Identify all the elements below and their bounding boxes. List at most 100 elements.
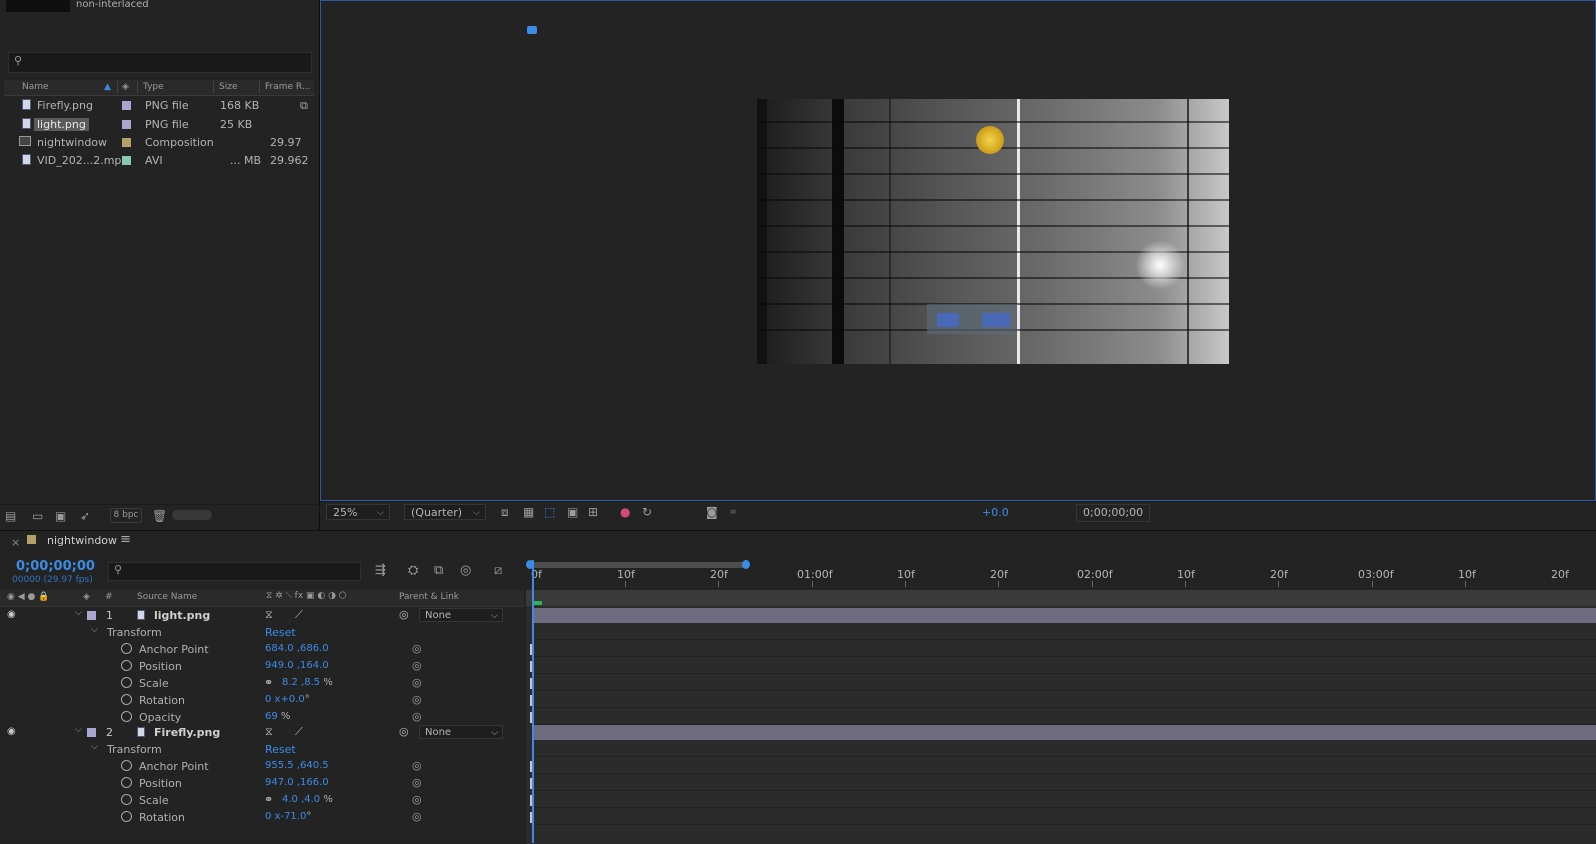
property-row[interactable]: Rotation 0 x+0.0° ◎ — [0, 692, 1596, 709]
col-source-name[interactable]: Source Name — [137, 592, 197, 602]
expression-pick-whip-icon[interactable]: ◎ — [412, 642, 422, 655]
work-area-end-handle[interactable] — [742, 560, 750, 569]
current-time-display[interactable]: 0;00;00;00 — [1076, 504, 1151, 522]
bit-depth-button[interactable]: 8 bpc — [110, 508, 142, 523]
stopwatch-icon[interactable] — [121, 794, 132, 805]
transform-group[interactable]: ⌵ Transform Reset — [0, 624, 1596, 641]
property-row[interactable]: Rotation 0 x-71.0° ◎ — [0, 809, 1596, 826]
reset-exposure-icon[interactable]: ↻ — [642, 505, 652, 519]
parent-dropdown[interactable]: None ⌵ — [419, 725, 503, 739]
resolution-dropdown[interactable]: (Quarter) ⌵ — [404, 504, 486, 520]
chevron-down-icon[interactable]: ⌵ — [91, 742, 98, 752]
stopwatch-icon[interactable] — [121, 643, 132, 654]
transparency-grid-icon[interactable]: ▦ — [523, 505, 534, 519]
firefly-layer-preview[interactable] — [976, 126, 1004, 154]
property-row[interactable]: Scale ⚭ 4.0 ,4.0 % ◎ — [0, 792, 1596, 809]
property-row[interactable]: Anchor Point 955.5 ,640.5 ◎ — [0, 758, 1596, 775]
quality-switch-icon[interactable]: ⟋ — [295, 725, 303, 739]
playhead-line[interactable] — [532, 560, 534, 843]
label-swatch[interactable] — [87, 728, 96, 737]
current-time[interactable]: 0;00;00;00 — [16, 559, 95, 574]
label-column-icon[interactable]: ◈ — [122, 82, 129, 92]
snapshot-camera-icon[interactable]: ◙ — [706, 505, 718, 519]
fast-preview-icon[interactable]: ⧈ — [501, 505, 509, 520]
expression-pick-whip-icon[interactable]: ◎ — [412, 759, 422, 772]
comp-mini-flowchart-icon[interactable]: ⇶ — [375, 563, 386, 578]
layer-name[interactable]: Firefly.png — [154, 726, 220, 739]
property-value[interactable]: 0 x-71.0° — [265, 811, 311, 822]
col-type[interactable]: Type — [143, 82, 164, 92]
shy-switch-icon[interactable]: ⧖ — [265, 608, 273, 622]
stopwatch-icon[interactable] — [121, 760, 132, 771]
tab-composition[interactable]: nightwindow — [47, 534, 117, 547]
stopwatch-icon[interactable] — [121, 711, 132, 722]
layer-row-light[interactable]: ◉ ⌵ 1 light.png ⧖ ⟋ ◎ None ⌵ — [0, 607, 1596, 624]
eye-icon[interactable]: ◉ — [7, 726, 16, 737]
col-parent-link[interactable]: Parent & Link — [399, 592, 459, 602]
expression-pick-whip-icon[interactable]: ◎ — [412, 810, 422, 823]
property-value[interactable]: 684.0 ,686.0 — [265, 643, 329, 654]
expression-pick-whip-icon[interactable]: ◎ — [412, 793, 422, 806]
layer-duration-bar[interactable] — [534, 725, 1596, 740]
project-item-selected[interactable]: light.png PNG file 25 KB — [4, 116, 314, 134]
chevron-down-icon[interactable]: ⌵ — [91, 625, 98, 635]
stopwatch-icon[interactable] — [121, 660, 132, 671]
chevron-down-icon[interactable]: ⌵ — [75, 725, 82, 735]
label-swatch[interactable] — [122, 156, 131, 165]
interpret-footage-icon[interactable]: ▤ — [5, 509, 16, 523]
stopwatch-icon[interactable] — [121, 694, 132, 705]
property-row[interactable]: Position 949.0 ,164.0 ◎ — [0, 658, 1596, 675]
layer-name[interactable]: light.png — [154, 609, 210, 622]
project-item[interactable]: VID_202...2.mp4 AVI ... MB 29.962 — [4, 152, 314, 170]
color-channels-icon[interactable]: ● — [620, 505, 630, 519]
draft-3d-icon[interactable]: ⛭ — [408, 563, 418, 578]
property-value[interactable]: 955.5 ,640.5 — [265, 760, 329, 771]
property-value[interactable]: 4.0 ,4.0 % — [282, 794, 333, 805]
show-snapshot-icon[interactable]: ⚭ — [728, 505, 738, 519]
expression-pick-whip-icon[interactable]: ◎ — [412, 659, 422, 672]
trash-icon[interactable]: 🗑 — [152, 509, 167, 523]
label-swatch[interactable] — [122, 101, 131, 110]
playhead-handle[interactable] — [527, 26, 537, 34]
constrain-proportions-icon[interactable]: ⚭ — [264, 676, 273, 689]
project-item[interactable]: Firefly.png PNG file 168 KB ⧉ — [4, 97, 314, 115]
mask-visibility-icon[interactable]: ⬚ — [544, 505, 555, 519]
reset-button[interactable]: Reset — [265, 743, 296, 756]
shy-layers-icon[interactable]: ⧉ — [434, 563, 443, 578]
timeline-search-input[interactable]: ⚲ — [108, 562, 361, 581]
transform-group[interactable]: ⌵ Transform Reset — [0, 741, 1596, 758]
property-value[interactable]: 8.2 ,8.5 % — [282, 677, 333, 688]
col-size[interactable]: Size — [219, 82, 237, 92]
expression-pick-whip-icon[interactable]: ◎ — [412, 693, 422, 706]
new-folder-icon[interactable]: ▭ — [32, 509, 43, 523]
layer-duration-bar[interactable] — [534, 608, 1596, 623]
property-row[interactable]: Scale ⚭ 8.2 ,8.5 % ◎ — [0, 675, 1596, 692]
thumbnail-size-slider[interactable] — [172, 510, 212, 520]
property-value[interactable]: 949.0 ,164.0 — [265, 660, 329, 671]
grid-guides-icon[interactable]: ⊞ — [588, 505, 598, 519]
property-row[interactable]: Position 947.0 ,166.0 ◎ — [0, 775, 1596, 792]
magnification-dropdown[interactable]: 25% ⌵ — [326, 504, 390, 520]
dependency-icon[interactable]: ⧉ — [300, 99, 308, 113]
adjust-settings-icon[interactable]: ➶ — [80, 509, 90, 523]
panel-menu-icon[interactable]: ≡ — [120, 532, 131, 547]
stopwatch-icon[interactable] — [121, 811, 132, 822]
col-frame-rate[interactable]: Frame R... — [265, 82, 310, 92]
property-value[interactable]: 947.0 ,166.0 — [265, 777, 329, 788]
exposure-value[interactable]: +0.0 — [982, 506, 1009, 519]
property-value[interactable]: 0 x+0.0° — [265, 694, 310, 705]
shy-switch-icon[interactable]: ⧖ — [265, 725, 273, 739]
label-swatch[interactable] — [87, 611, 96, 620]
property-value[interactable]: 69 % — [265, 711, 290, 722]
parent-dropdown[interactable]: None ⌵ — [419, 608, 503, 622]
motion-blur-icon[interactable]: ◎ — [460, 563, 471, 578]
stopwatch-icon[interactable] — [121, 777, 132, 788]
quality-switch-icon[interactable]: ⟋ — [295, 608, 303, 622]
eye-icon[interactable]: ◉ — [7, 609, 16, 620]
new-composition-icon[interactable]: ▣ — [55, 509, 66, 523]
property-row[interactable]: Anchor Point 684.0 ,686.0 ◎ — [0, 641, 1596, 658]
label-swatch[interactable] — [122, 138, 131, 147]
expression-pick-whip-icon[interactable]: ◎ — [412, 776, 422, 789]
project-search-input[interactable]: ⚲ — [8, 52, 312, 73]
region-of-interest-icon[interactable]: ▣ — [567, 505, 578, 519]
